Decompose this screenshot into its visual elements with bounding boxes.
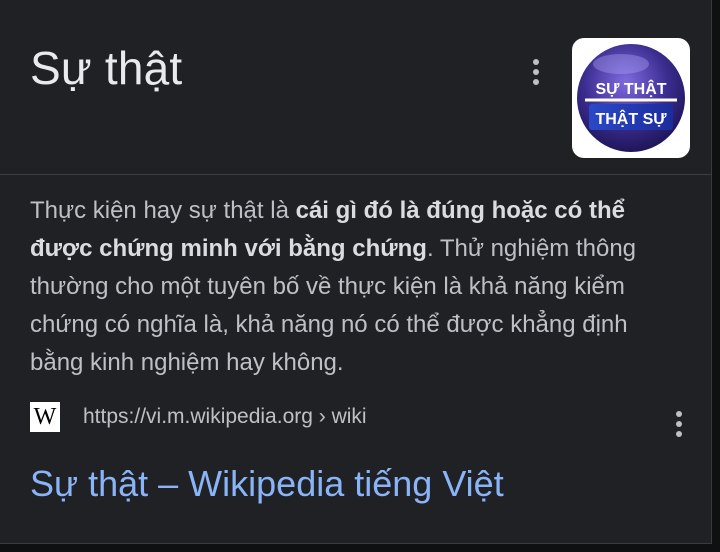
divider <box>0 174 712 175</box>
wikipedia-logo-letter: W <box>33 404 57 430</box>
thumbnail-image[interactable]: SỰ THẬT THẬT SỰ <box>572 38 690 158</box>
thumbnail-line2: THẬT SỰ <box>595 109 667 128</box>
wikipedia-logo-icon: W <box>30 402 60 432</box>
thumbnail-graphic: SỰ THẬT THẬT SỰ <box>577 44 685 152</box>
more-vert-icon <box>533 59 539 65</box>
source-url[interactable]: https://vi.m.wikipedia.org › wiki <box>83 405 367 429</box>
source-row[interactable]: W https://vi.m.wikipedia.org › wiki <box>30 402 367 432</box>
more-options-button[interactable] <box>524 54 548 90</box>
panel-title: Sự thật <box>30 42 183 94</box>
knowledge-panel: Sự thật SỰ THẬT THẬT SỰ Thực kiện hay sự… <box>0 0 712 544</box>
result-title-link[interactable]: Sự thật – Wikipedia tiếng Việt <box>30 460 504 508</box>
result-more-options-button[interactable] <box>667 406 691 442</box>
more-vert-icon <box>676 411 682 417</box>
description-part1: Thực kiện hay sự thật là <box>30 197 296 224</box>
description-text: Thực kiện hay sự thật là cái gì đó là đú… <box>30 192 680 382</box>
thumbnail-line1: SỰ THẬT <box>595 79 666 98</box>
